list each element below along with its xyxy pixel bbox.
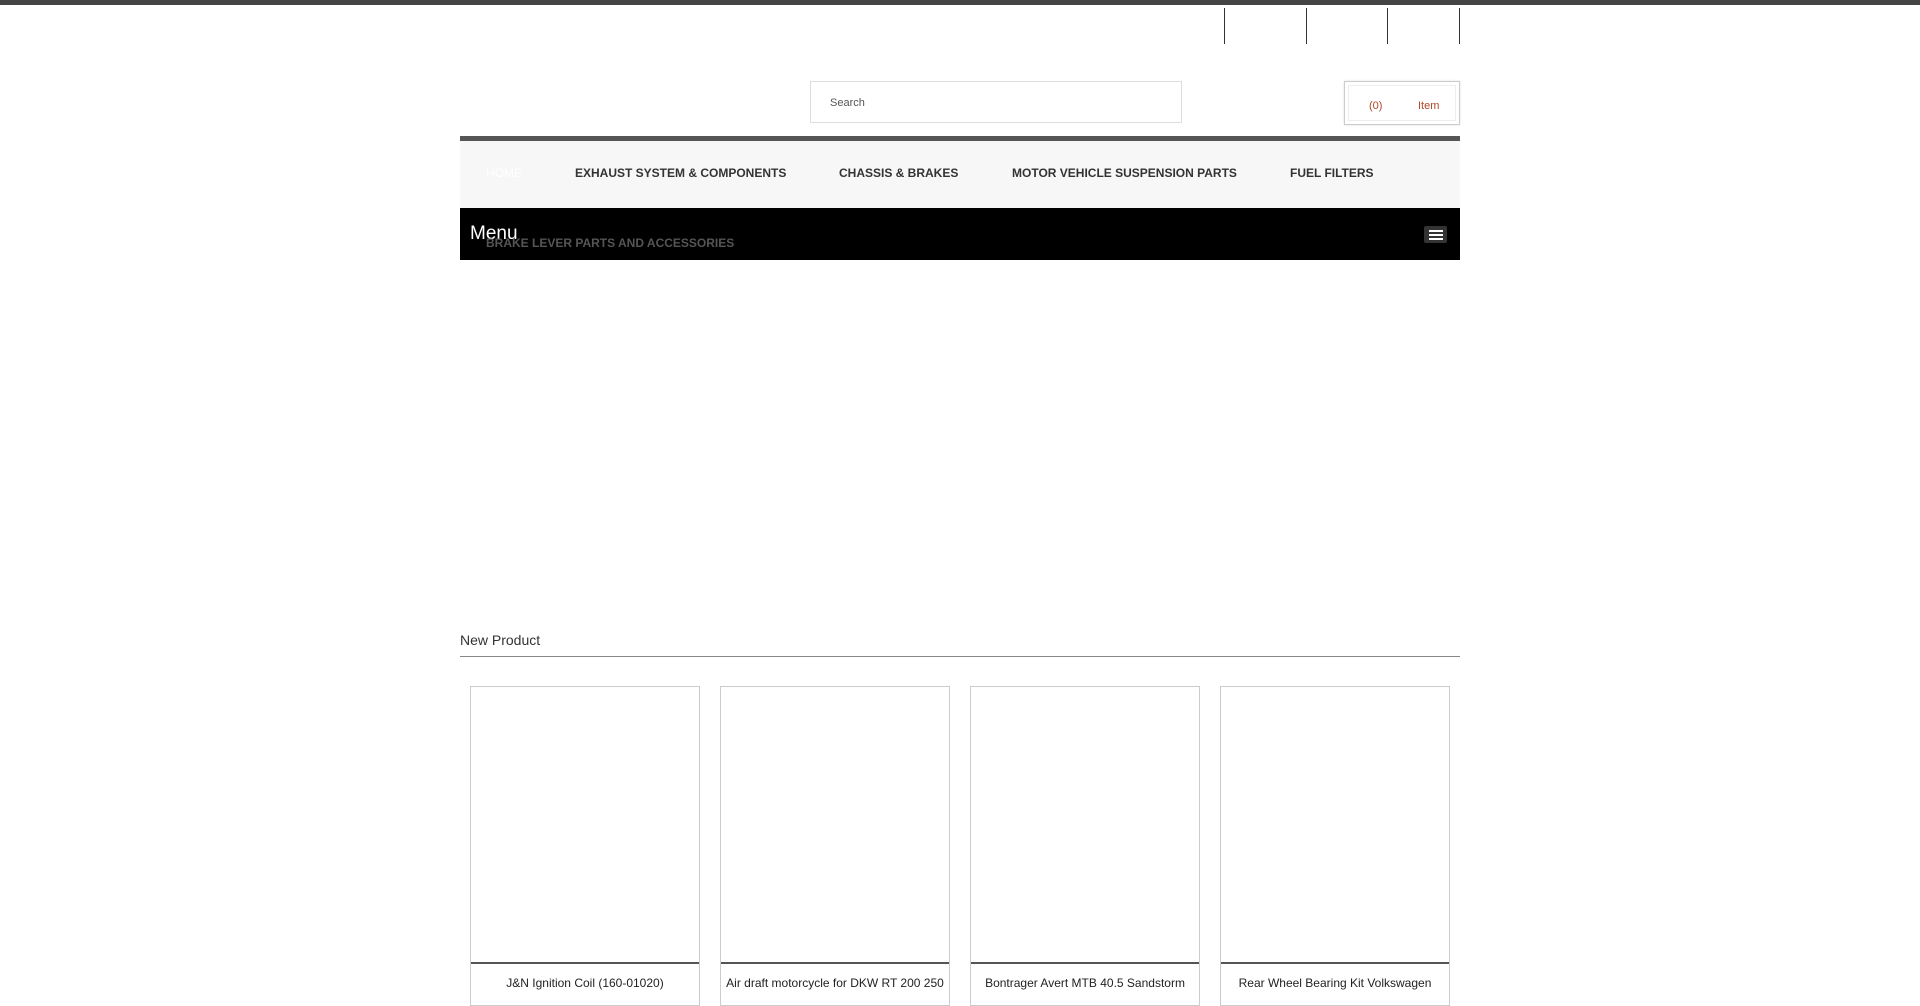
new-product-title: New Product — [460, 632, 541, 648]
main-nav: HOME EXHAUST SYSTEM & COMPONENTS CHASSIS… — [460, 136, 1460, 208]
nav-item-suspension[interactable]: MOTOR VEHICLE SUSPENSION PARTS — [1012, 166, 1237, 180]
product-card[interactable]: Bontrager Avert MTB 40.5 Sandstorm — [970, 686, 1200, 1006]
search-input[interactable] — [828, 82, 1172, 124]
product-name[interactable]: Bontrager Avert MTB 40.5 Sandstorm — [971, 976, 1199, 990]
cart-inner: (0) Item — [1348, 85, 1456, 121]
hamburger-icon[interactable] — [1424, 226, 1447, 243]
nav-item-exhaust[interactable]: EXHAUST SYSTEM & COMPONENTS — [575, 166, 786, 180]
product-image[interactable] — [971, 687, 1199, 964]
top-link-divider[interactable] — [1387, 8, 1389, 44]
section-divider — [460, 656, 1460, 657]
product-image[interactable] — [721, 687, 949, 964]
top-link-divider[interactable] — [1306, 8, 1308, 44]
product-name[interactable]: J&N Ignition Coil (160-01020) — [471, 976, 699, 990]
cart-button[interactable]: (0) Item — [1344, 81, 1460, 125]
product-image[interactable] — [471, 687, 699, 964]
top-link-divider[interactable] — [1224, 8, 1226, 44]
search-box — [810, 81, 1182, 124]
top-links — [1224, 8, 1460, 44]
nav-item-fuel-filters[interactable]: FUEL FILTERS — [1290, 166, 1374, 180]
product-card[interactable]: Air draft motorcycle for DKW RT 200 250 — [720, 686, 950, 1006]
cart-count: (0) — [1369, 100, 1383, 112]
product-image[interactable] — [1221, 687, 1449, 964]
product-card[interactable]: Rear Wheel Bearing Kit Volkswagen — [1220, 686, 1450, 1006]
top-strip — [0, 0, 1920, 5]
top-link-divider[interactable] — [1459, 8, 1461, 44]
mobile-menu-bar: Menu BRAKE LEVER PARTS AND ACCESSORIES — [460, 208, 1460, 260]
nav-item-brake-lever[interactable]: BRAKE LEVER PARTS AND ACCESSORIES — [486, 236, 734, 250]
nav-item-chassis-brakes[interactable]: CHASSIS & BRAKES — [839, 166, 958, 180]
product-name[interactable]: Rear Wheel Bearing Kit Volkswagen — [1221, 976, 1449, 990]
nav-item-home[interactable]: HOME — [486, 166, 522, 180]
product-card[interactable]: J&N Ignition Coil (160-01020) — [470, 686, 700, 1006]
product-name[interactable]: Air draft motorcycle for DKW RT 200 250 — [721, 976, 949, 990]
cart-label: Item — [1418, 100, 1440, 112]
